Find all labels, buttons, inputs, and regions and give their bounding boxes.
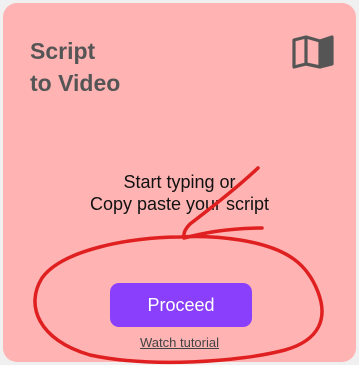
watch-tutorial-link[interactable]: Watch tutorial (0, 335, 359, 350)
card-title: Script to Video (30, 35, 120, 99)
open-book-icon (292, 35, 334, 69)
card-title-line-1: Script (30, 38, 96, 64)
empty-script-prompt: Start typing or Copy paste your script (3, 171, 356, 215)
proceed-button[interactable]: Proceed (110, 283, 252, 327)
card-title-line-2: to Video (30, 70, 121, 96)
prompt-line-1: Start typing or (123, 172, 236, 192)
prompt-line-2: Copy paste your script (89, 194, 270, 214)
